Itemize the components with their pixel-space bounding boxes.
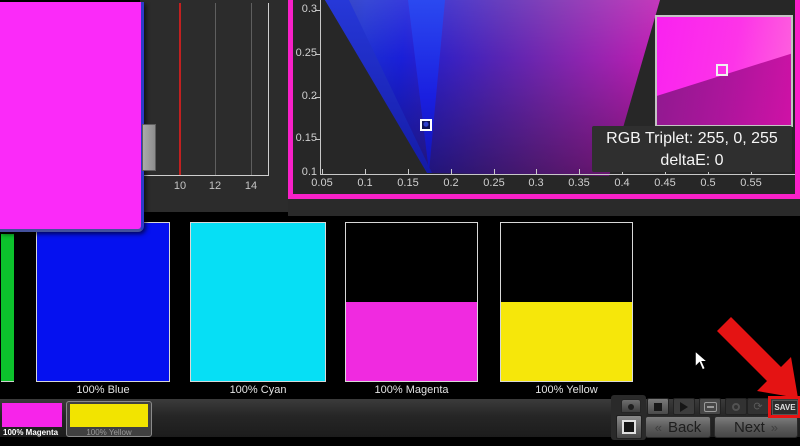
chevron-left-icon: « (654, 419, 662, 435)
test-color-overlay-window (0, 2, 144, 232)
x-axis-line (320, 174, 795, 175)
thumbnail-magenta-label: 100% Magenta (3, 428, 59, 437)
measurement-readout: RGB Triplet: 255, 0, 255 deltaE: 0 (592, 126, 792, 172)
patch-magenta (345, 222, 478, 382)
y-tick (315, 54, 320, 55)
patch-cyan (190, 222, 326, 382)
rgb-triplet-text: RGB Triplet: 255, 0, 255 (606, 130, 778, 147)
mouse-cursor (694, 350, 708, 371)
dot-icon (628, 404, 634, 410)
x-tick-label: 0.55 (740, 177, 762, 189)
thumbnail-magenta-swatch[interactable] (2, 403, 62, 427)
play-icon (680, 401, 688, 412)
vertical-scrollbar-thumb[interactable] (142, 124, 156, 171)
chart-x-axis (144, 175, 269, 176)
x-tick (494, 169, 495, 174)
patch-label: 100% Cyan (229, 384, 287, 396)
x-tick (451, 169, 452, 174)
inset-point-marker (716, 64, 728, 76)
square-icon (622, 420, 636, 434)
back-button[interactable]: « Back (645, 416, 711, 438)
patch-blue-fill (37, 223, 169, 381)
next-button[interactable]: Next » (714, 416, 798, 438)
patch-blue (36, 222, 170, 382)
x-tick-label: 0.5 (700, 177, 716, 189)
red-arrow-annotation (717, 317, 798, 398)
x-tick-label: 0.45 (654, 177, 676, 189)
x-tick (536, 169, 537, 174)
y-tick-label: 0.3 (301, 3, 317, 15)
back-button-label: Back (667, 418, 702, 436)
y-tick (315, 97, 320, 98)
x-tick-label: 0.1 (357, 177, 373, 189)
red-gridline (179, 3, 181, 175)
x-tick-label: 14 (244, 180, 258, 192)
chevron-right-icon: » (770, 419, 779, 435)
patch-magenta-fill (346, 302, 477, 381)
x-tick-label: 0.15 (397, 177, 419, 189)
y-tick-label: 0.2 (301, 90, 317, 102)
x-tick-label: 12 (208, 180, 222, 192)
bottom-toolbar: 100% Magenta 100% Yellow ⟳ SAVE « Back N… (0, 395, 800, 440)
chart-right-border (268, 3, 269, 175)
display-mode-button[interactable] (616, 415, 642, 439)
x-tick (408, 169, 409, 174)
y-tick (315, 10, 320, 11)
x-tick (322, 169, 323, 174)
patch-yellow (500, 222, 633, 382)
trend-chart: 10 12 14 (140, 0, 288, 212)
deltae-text: deltaE: 0 (660, 152, 724, 169)
x-tick-label: 0.25 (483, 177, 505, 189)
calibration-app-window: 10 12 14 0.3 0.25 0.2 0.15 0.1 0.05 0.1 … (0, 0, 800, 446)
patch-label: 100% Blue (76, 384, 130, 396)
x-tick-label: 0.35 (568, 177, 590, 189)
play-button[interactable] (673, 398, 695, 415)
y-tick-label: 0.15 (295, 132, 317, 144)
x-tick (365, 169, 366, 174)
patch-green-partial (1, 234, 14, 382)
patch-yellow-fill (501, 302, 632, 381)
x-tick-label: 0.4 (614, 177, 630, 189)
frame-icon (703, 401, 717, 412)
stop-icon (654, 402, 662, 411)
chromaticity-plot: 0.3 0.25 0.2 0.15 0.1 0.05 0.1 0.15 0.2 (288, 0, 800, 199)
gridline (251, 3, 252, 175)
x-tick-label: 10 (173, 180, 187, 192)
thumbnail-yellow-swatch (70, 404, 148, 427)
y-tick (315, 139, 320, 140)
dot-button[interactable] (621, 399, 641, 413)
record-icon (732, 402, 740, 411)
y-axis-line (320, 0, 321, 175)
stop-button[interactable] (647, 398, 669, 415)
panel-strip (288, 199, 800, 216)
patch-label: 100% Magenta (374, 384, 449, 396)
patch-cyan-fill (191, 223, 325, 381)
x-tick-label: 0.3 (528, 177, 544, 189)
measured-point-marker (420, 119, 432, 131)
thumbnail-yellow-button[interactable]: 100% Yellow (66, 401, 152, 437)
chromaticity-plot-area: 0.3 0.25 0.2 0.15 0.1 0.05 0.1 0.15 0.2 (293, 0, 795, 194)
zoom-inset-panel (655, 15, 793, 127)
x-tick (579, 169, 580, 174)
x-tick-label: 0.2 (443, 177, 459, 189)
gridline (215, 3, 216, 175)
x-tick-label: 0.05 (311, 177, 333, 189)
next-button-label: Next (733, 418, 765, 436)
thumbnail-yellow-label: 100% Yellow (86, 428, 132, 437)
y-tick-label: 0.25 (295, 47, 317, 59)
